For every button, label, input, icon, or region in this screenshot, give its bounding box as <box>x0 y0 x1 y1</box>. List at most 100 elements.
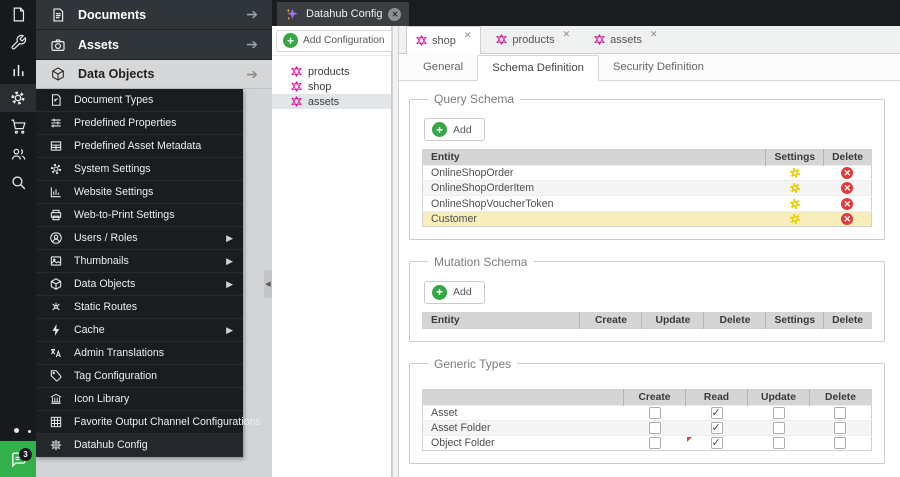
menu-item-label: Thumbnails <box>74 255 129 267</box>
config-node-products[interactable]: products <box>272 64 391 79</box>
shopping-cart-icon[interactable] <box>0 112 36 140</box>
delete-icon[interactable]: ✕ <box>841 167 854 180</box>
table-row-selected[interactable]: Customer ✕ <box>422 210 872 227</box>
editor-tab-shop[interactable]: shop ✕ <box>406 26 482 54</box>
delete-checkbox[interactable] <box>834 407 847 420</box>
menu-item-favorite-output-channel-configurations[interactable]: Favorite Output Channel Configurations <box>36 411 261 434</box>
panel-collapse-handle[interactable]: ◀ <box>264 270 272 298</box>
menu-item-website-settings[interactable]: Website Settings <box>36 181 243 204</box>
menu-item-icon-library[interactable]: Icon Library <box>36 388 243 411</box>
menu-item-label: Website Settings <box>74 186 154 198</box>
app-iconbar: 3 <box>0 0 36 477</box>
column-header-settings[interactable]: Settings <box>765 149 824 166</box>
menu-item-web-to-print-settings[interactable]: Web-to-Print Settings <box>36 204 243 227</box>
column-header-update[interactable]: Update <box>747 389 810 406</box>
menu-item-admin-translations[interactable]: Admin Translations <box>36 342 243 365</box>
menu-item-predefined-properties[interactable]: Predefined Properties <box>36 112 243 135</box>
column-header-create[interactable]: Create <box>579 312 642 329</box>
table-row[interactable]: OnlineShopOrderItem ✕ <box>422 180 872 196</box>
users-icon[interactable] <box>0 140 36 168</box>
create-checkbox[interactable] <box>648 407 661 420</box>
submenu-arrow-icon: ▶ <box>226 324 233 335</box>
add-button-label: Add <box>453 123 472 136</box>
menu-item-datahub-config[interactable]: Datahub Config <box>36 434 243 457</box>
close-icon[interactable]: ✕ <box>464 30 472 41</box>
read-checkbox[interactable] <box>710 406 723 420</box>
menu-item-users-roles[interactable]: Users / Roles ▶ <box>36 227 243 250</box>
type-label-cell: Asset <box>422 404 624 421</box>
file-icon[interactable] <box>0 0 36 28</box>
menu-item-predefined-asset-metadata[interactable]: Predefined Asset Metadata <box>36 135 243 158</box>
bar-chart-icon[interactable] <box>0 56 36 84</box>
update-checkbox[interactable] <box>772 422 785 435</box>
delete-icon[interactable]: ✕ <box>841 197 854 210</box>
menu-item-document-types[interactable]: Document Types <box>36 89 243 112</box>
menu-item-thumbnails[interactable]: Thumbnails ▶ <box>36 250 243 273</box>
delete-icon[interactable]: ✕ <box>841 212 854 225</box>
subtab-security-definition[interactable]: Security Definition <box>599 54 718 80</box>
column-header-entity[interactable]: Entity <box>422 149 766 166</box>
gear-icon[interactable] <box>0 84 36 112</box>
menu-item-system-settings[interactable]: System Settings <box>36 158 243 181</box>
accordion-assets[interactable]: Assets ➔ <box>36 30 272 60</box>
read-checkbox[interactable] <box>710 421 723 435</box>
table-row[interactable]: OnlineShopOrder ✕ <box>422 164 872 181</box>
close-icon[interactable]: ✕ <box>650 29 658 40</box>
settings-gear-icon[interactable] <box>789 182 801 194</box>
column-header-entity[interactable]: Entity <box>422 312 580 329</box>
config-node-assets[interactable]: assets <box>272 94 391 109</box>
add-configuration-button[interactable]: + Add Configuration ▼ <box>276 29 411 52</box>
grid-icon <box>50 416 62 428</box>
search-icon[interactable] <box>0 168 36 196</box>
close-icon[interactable]: ✕ <box>388 7 402 21</box>
document-type-icon <box>51 94 61 106</box>
wrench-icon[interactable] <box>0 28 36 56</box>
close-icon[interactable]: ✕ <box>563 29 571 40</box>
menu-item-static-routes[interactable]: Static Routes <box>36 296 243 319</box>
table-row[interactable]: OnlineShopVoucherToken ✕ <box>422 195 872 212</box>
configuration-tree: products shop assets <box>272 56 391 109</box>
workspace-tab-datahub-config[interactable]: Datahub Config ✕ <box>277 2 410 26</box>
accordion-data-objects[interactable]: Data Objects ➔ <box>36 60 272 89</box>
editor-tab-assets[interactable]: assets ✕ <box>585 26 666 53</box>
entity-cell: OnlineShopOrderItem <box>422 180 766 196</box>
settings-gear-icon[interactable] <box>789 213 801 225</box>
printer-icon <box>50 209 62 221</box>
menu-item-tag-configuration[interactable]: Tag Configuration <box>36 365 243 388</box>
read-checkbox[interactable] <box>710 436 723 450</box>
pagination-dots[interactable] <box>0 424 36 436</box>
create-checkbox[interactable] <box>648 437 661 450</box>
column-header-settings[interactable]: Settings <box>765 312 824 329</box>
menu-item-data-objects[interactable]: Data Objects ▶ <box>36 273 243 296</box>
create-checkbox[interactable] <box>648 422 661 435</box>
panel-splitter[interactable] <box>392 26 399 477</box>
update-checkbox[interactable] <box>772 407 785 420</box>
subtab-general[interactable]: General <box>409 54 477 80</box>
menu-item-cache[interactable]: Cache ▶ <box>36 319 243 342</box>
column-header-update[interactable]: Update <box>641 312 704 329</box>
graphql-icon <box>291 96 302 107</box>
query-schema-add-button[interactable]: + Add <box>424 118 485 141</box>
subtab-schema-definition[interactable]: Schema Definition <box>477 55 599 81</box>
delete-checkbox[interactable] <box>834 437 847 450</box>
accordion-label: Assets <box>78 37 119 52</box>
column-header-delete[interactable]: Delete <box>703 312 766 329</box>
delete-icon[interactable]: ✕ <box>841 182 854 195</box>
settings-gear-icon[interactable] <box>789 167 801 179</box>
feedback-chat-button[interactable]: 3 <box>0 441 36 477</box>
config-node-shop[interactable]: shop <box>272 79 391 94</box>
column-header-delete[interactable]: Delete <box>823 149 872 166</box>
editor-tab-products[interactable]: products ✕ <box>487 26 579 53</box>
mutation-schema-add-button[interactable]: + Add <box>424 280 485 304</box>
accordion-documents[interactable]: Documents ➔ <box>36 0 272 30</box>
column-header-create[interactable]: Create <box>623 389 686 406</box>
editor-tab-label: products <box>512 33 555 46</box>
column-header-read[interactable]: Read <box>685 389 748 406</box>
delete-checkbox[interactable] <box>834 422 847 435</box>
column-header-delete[interactable]: Delete <box>809 389 872 406</box>
column-header-delete2[interactable]: Delete <box>823 312 872 329</box>
update-checkbox[interactable] <box>772 437 785 450</box>
accordion-label: Documents <box>78 7 147 22</box>
settings-gear-icon[interactable] <box>789 198 801 210</box>
query-schema-fieldset: Query Schema + Add Entity Settings Delet… <box>409 92 885 240</box>
